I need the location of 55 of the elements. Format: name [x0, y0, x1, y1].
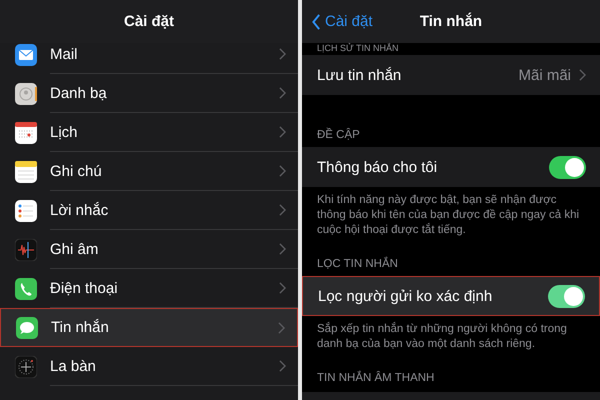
item-label: Danh bạ: [50, 84, 107, 102]
row-label: Lọc người gửi ko xác định: [318, 288, 494, 304]
section-footer: Khi tính năng này được bật, bạn sẽ nhận được thông báo khi tên của bạn được đề cập ngay cả khi cuộc hội thoại được tắt tiếng.: [302, 187, 600, 238]
chevron-icon: [279, 165, 286, 177]
item-label: Lịch: [50, 124, 78, 140]
chevron-icon: [279, 282, 286, 294]
settings-item[interactable]: Ghi âm: [0, 230, 298, 269]
settings-item[interactable]: Tin nhắn: [0, 308, 298, 347]
chevron-icon: [279, 360, 286, 372]
voice-memo-icon: [15, 238, 37, 260]
chevron-icon: [279, 48, 286, 60]
settings-item[interactable]: Lịch: [0, 113, 298, 152]
chevron-icon: [278, 322, 285, 334]
settings-item[interactable]: Mail: [0, 35, 298, 74]
item-label: Tin nhắn: [51, 319, 109, 336]
back-chevron-icon: [312, 14, 321, 30]
calendar-icon: [15, 122, 37, 144]
section-header: TIN NHẮN ÂM THANH: [316, 372, 436, 386]
contacts-icon: [15, 82, 37, 104]
item-label: Lời nhắc: [50, 202, 108, 218]
section-footer: Sắp xếp tin nhắn từ những người không có trong danh bạ của bạn vào một danh sách riêng.: [302, 316, 600, 352]
chevron-icon: [279, 243, 286, 255]
settings-item[interactable]: Ghi chú: [0, 152, 298, 191]
message-icon: [16, 316, 38, 338]
compass-icon: [15, 356, 37, 378]
item-label: Ghi âm: [50, 240, 98, 258]
section-header: ĐỀ CẬP: [316, 129, 361, 143]
section-header: LỌC TIN NHẮN: [316, 258, 399, 272]
settings-row[interactable]: Lọc người gửi ko xác định: [302, 276, 600, 316]
row-label: Thông báo cho tôi: [317, 158, 438, 176]
settings-row[interactable]: Lưu tin nhắn Mãi mãi: [302, 55, 600, 95]
item-label: Ghi chú: [50, 162, 102, 180]
screen-title: Cài đặt: [124, 13, 174, 30]
item-label: Điện thoại: [50, 280, 118, 296]
row-label: Lưu tin nhắn: [317, 66, 402, 84]
section-header: LỊCH SỬ TIN NHẮN: [316, 43, 400, 55]
back-button[interactable]: Cài đặt: [308, 0, 377, 43]
chevron-icon: [279, 87, 286, 99]
chevron-icon: [279, 204, 286, 216]
row-value: Mãi mãi: [518, 66, 571, 84]
chevron-icon: [579, 69, 586, 81]
settings-item[interactable]: Lời nhắc: [0, 191, 298, 230]
notes-icon: [15, 160, 37, 182]
mail-icon: [15, 44, 37, 66]
settings-item[interactable]: La bàn: [0, 347, 298, 386]
chevron-icon: [279, 126, 286, 138]
screen-title: Tin nhắn: [420, 13, 482, 30]
settings-row[interactable]: Thông báo cho tôi: [302, 147, 600, 187]
settings-item[interactable]: Danh bạ: [0, 74, 298, 113]
toggle-switch[interactable]: [549, 156, 586, 178]
item-label: Mail: [50, 46, 78, 62]
reminders-icon: [15, 200, 37, 222]
phone-icon: [15, 278, 37, 300]
item-label: La bàn: [50, 358, 96, 374]
toggle-switch[interactable]: [548, 284, 585, 308]
